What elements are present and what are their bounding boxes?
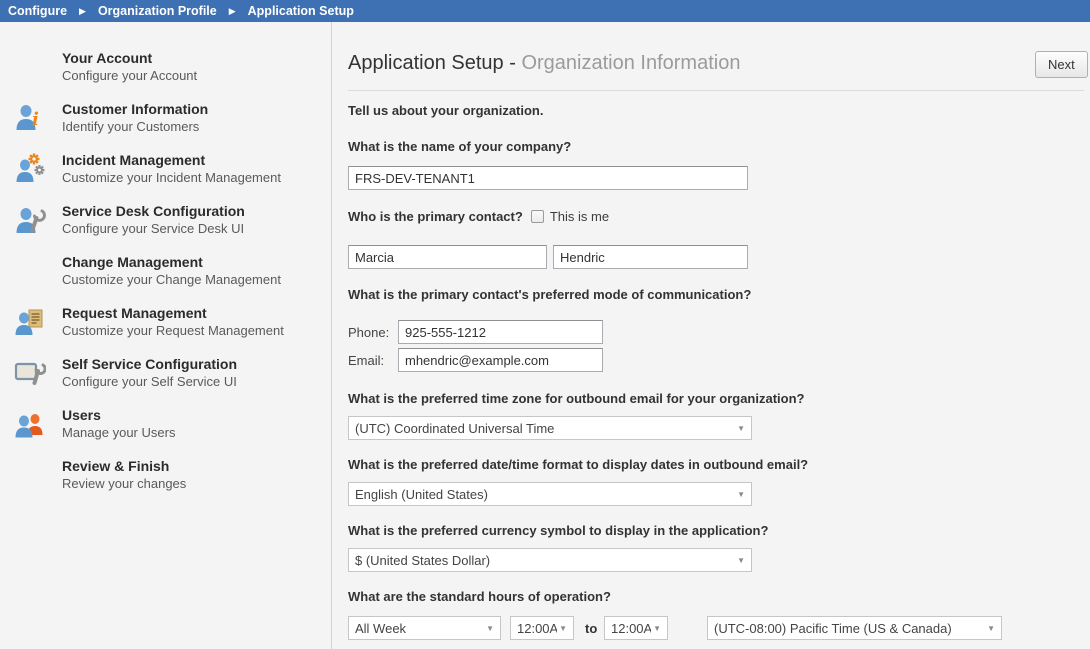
hours-days-select[interactable]: All Week ▼ bbox=[348, 616, 501, 640]
chevron-down-icon: ▼ bbox=[737, 490, 745, 499]
sidebar-item-title: Your Account bbox=[62, 50, 197, 67]
sidebar-divider bbox=[331, 22, 332, 649]
sidebar-item-subtitle: Configure your Self Service UI bbox=[62, 373, 237, 390]
currency-select[interactable]: $ (United States Dollar) ▼ bbox=[348, 548, 752, 572]
sidebar-item-title: Self Service Configuration bbox=[62, 356, 237, 373]
timezone-select-value: (UTC) Coordinated Universal Time bbox=[355, 421, 731, 436]
timezone-select[interactable]: (UTC) Coordinated Universal Time ▼ bbox=[348, 416, 752, 440]
currency-question: What is the preferred currency symbol to… bbox=[348, 523, 768, 538]
monitor-wrench-icon bbox=[14, 357, 46, 389]
sidebar-item-title: Request Management bbox=[62, 305, 284, 322]
sidebar-item-title: Customer Information bbox=[62, 101, 208, 118]
sidebar-item-self-service-configuration[interactable]: Self Service Configuration Configure you… bbox=[14, 356, 324, 390]
sidebar-item-title: Review & Finish bbox=[62, 458, 186, 475]
two-users-icon bbox=[14, 408, 46, 440]
hours-start-time-select[interactable]: 12:00AM ▼ bbox=[510, 616, 574, 640]
sidebar-item-title: Service Desk Configuration bbox=[62, 203, 245, 220]
phone-label: Phone: bbox=[348, 325, 389, 340]
last-name-input[interactable] bbox=[553, 245, 748, 269]
company-question: What is the name of your company? bbox=[348, 139, 571, 154]
chevron-down-icon: ▼ bbox=[987, 624, 995, 633]
company-name-input[interactable] bbox=[348, 166, 748, 190]
svg-text:i: i bbox=[32, 109, 39, 130]
sidebar-item-request-management[interactable]: Request Management Customize your Reques… bbox=[14, 305, 324, 339]
person-gears-icon bbox=[14, 153, 46, 185]
hours-start-time-value: 12:00AM bbox=[517, 621, 557, 636]
breadcrumb: Configure ▶ Organization Profile ▶ Appli… bbox=[0, 0, 1090, 22]
hours-timezone-value: (UTC-08:00) Pacific Time (US & Canada) bbox=[714, 621, 981, 636]
sidebar-item-users[interactable]: Users Manage your Users bbox=[14, 407, 324, 441]
datetime-format-select-value: English (United States) bbox=[355, 487, 731, 502]
this-is-me-checkbox[interactable] bbox=[531, 210, 544, 223]
first-name-input[interactable] bbox=[348, 245, 547, 269]
sidebar-item-subtitle: Manage your Users bbox=[62, 424, 175, 441]
primary-contact-question: Who is the primary contact? bbox=[348, 209, 523, 224]
sidebar-item-customer-information[interactable]: i Customer Information Identify your Cus… bbox=[14, 101, 324, 135]
hours-timezone-select[interactable]: (UTC-08:00) Pacific Time (US & Canada) ▼ bbox=[707, 616, 1002, 640]
sidebar-item-title: Incident Management bbox=[62, 152, 281, 169]
hours-days-select-value: All Week bbox=[355, 621, 480, 636]
page-title: Application Setup - Organization Informa… bbox=[348, 52, 740, 75]
sidebar-item-subtitle: Review your changes bbox=[62, 475, 186, 492]
currency-select-value: $ (United States Dollar) bbox=[355, 553, 731, 568]
datetime-format-question: What is the preferred date/time format t… bbox=[348, 457, 808, 472]
breadcrumb-configure[interactable]: Configure bbox=[8, 4, 67, 18]
blank-icon bbox=[14, 459, 46, 491]
email-label: Email: bbox=[348, 353, 384, 368]
blank-icon bbox=[14, 51, 46, 83]
primary-contact-row: Who is the primary contact? This is me bbox=[348, 209, 609, 224]
next-button[interactable]: Next bbox=[1035, 51, 1088, 78]
blank-icon bbox=[14, 255, 46, 287]
datetime-format-select[interactable]: English (United States) ▼ bbox=[348, 482, 752, 506]
breadcrumb-application-setup[interactable]: Application Setup bbox=[248, 4, 354, 18]
this-is-me-label: This is me bbox=[550, 209, 609, 224]
chevron-down-icon: ▼ bbox=[559, 624, 567, 633]
breadcrumb-arrow-icon: ▶ bbox=[79, 7, 86, 16]
hours-question: What are the standard hours of operation… bbox=[348, 589, 611, 604]
sidebar-item-subtitle: Customize your Request Management bbox=[62, 322, 284, 339]
chevron-down-icon: ▼ bbox=[486, 624, 494, 633]
intro-text: Tell us about your organization. bbox=[348, 103, 544, 118]
sidebar-item-subtitle: Configure your Account bbox=[62, 67, 197, 84]
person-wrench-icon bbox=[14, 204, 46, 236]
page-title-secondary: Organization Information bbox=[521, 52, 740, 74]
sidebar-item-review-finish[interactable]: Review & Finish Review your changes bbox=[14, 458, 324, 492]
sidebar-item-change-management[interactable]: Change Management Customize your Change … bbox=[14, 254, 324, 288]
sidebar-item-subtitle: Customize your Incident Management bbox=[62, 169, 281, 186]
sidebar-item-service-desk-configuration[interactable]: Service Desk Configuration Configure you… bbox=[14, 203, 324, 237]
sidebar-item-your-account[interactable]: Your Account Configure your Account bbox=[14, 50, 324, 84]
sidebar-item-subtitle: Identify your Customers bbox=[62, 118, 208, 135]
breadcrumb-arrow-icon: ▶ bbox=[229, 7, 236, 16]
hours-to-label: to bbox=[585, 621, 597, 636]
phone-input[interactable] bbox=[398, 320, 603, 344]
timezone-question: What is the preferred time zone for outb… bbox=[348, 391, 804, 406]
communication-question: What is the primary contact's preferred … bbox=[348, 287, 751, 302]
sidebar-item-title: Users bbox=[62, 407, 175, 424]
chevron-down-icon: ▼ bbox=[653, 624, 661, 633]
person-document-icon bbox=[14, 306, 46, 338]
person-info-icon: i bbox=[14, 102, 46, 134]
page-title-primary: Application Setup - bbox=[348, 52, 521, 74]
chevron-down-icon: ▼ bbox=[737, 424, 745, 433]
breadcrumb-organization-profile[interactable]: Organization Profile bbox=[98, 4, 217, 18]
hours-end-time-select[interactable]: 12:00AM ▼ bbox=[604, 616, 668, 640]
header-divider bbox=[348, 90, 1084, 91]
sidebar-item-title: Change Management bbox=[62, 254, 281, 271]
sidebar-item-incident-management[interactable]: Incident Management Customize your Incid… bbox=[14, 152, 324, 186]
sidebar-item-subtitle: Customize your Change Management bbox=[62, 271, 281, 288]
hours-end-time-value: 12:00AM bbox=[611, 621, 651, 636]
email-input[interactable] bbox=[398, 348, 603, 372]
chevron-down-icon: ▼ bbox=[737, 556, 745, 565]
sidebar-item-subtitle: Configure your Service Desk UI bbox=[62, 220, 245, 237]
